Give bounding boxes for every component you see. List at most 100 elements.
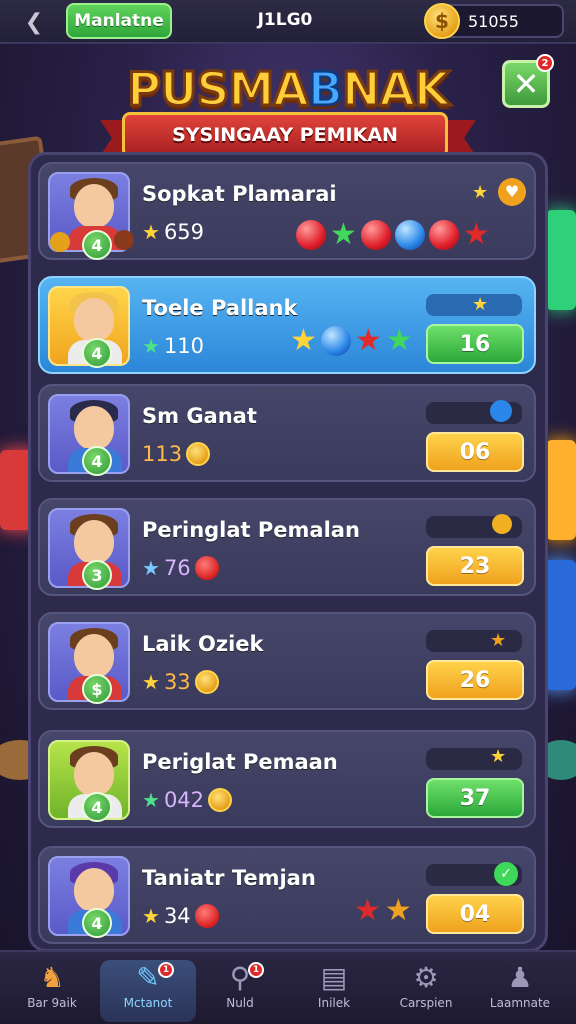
- red-gem-icon: [360, 220, 391, 250]
- nav-badge: 1: [158, 962, 174, 978]
- nav-label: Bar 9aik: [27, 996, 77, 1010]
- blue-gem-icon: [394, 220, 425, 250]
- back-icon[interactable]: ❮: [18, 6, 50, 38]
- avatar-face: [74, 868, 114, 912]
- coin-balance[interactable]: $ 51055: [424, 3, 564, 39]
- player-row[interactable]: 3 Peringlat Pemalan ★ 76 23: [38, 498, 536, 596]
- level-badge: 4: [82, 446, 112, 476]
- avatar-face: [74, 520, 114, 564]
- player-score: ★ 34: [142, 904, 219, 928]
- player-name: Sm Ganat: [142, 404, 257, 428]
- claim-button[interactable]: 04: [426, 894, 524, 934]
- score-value: 33: [163, 670, 191, 694]
- nav-label: Mctanot: [123, 996, 173, 1010]
- player-row[interactable]: 4 Periglat Pemaan ★ 042 ★ 37: [38, 730, 536, 828]
- nav-label: Carspien: [399, 996, 453, 1010]
- coin-icon: [194, 670, 219, 694]
- nav-item-profile[interactable]: ♟ Laamnate: [472, 960, 568, 1022]
- star-icon: ★: [142, 670, 160, 694]
- orange-star-gem-icon: ★: [384, 893, 412, 928]
- horse-icon: ♞: [39, 961, 65, 994]
- red-gem-icon: [428, 220, 459, 250]
- player-row[interactable]: 4 Sm Ganat 113 06: [38, 384, 536, 482]
- avatar-face: [74, 634, 114, 678]
- nav-label: Laamnate: [489, 996, 551, 1010]
- claim-button[interactable]: 06: [426, 432, 524, 472]
- check-icon: ✓: [494, 862, 518, 886]
- profile-icon: ♟: [507, 961, 533, 994]
- nav-label: Nuld: [226, 996, 254, 1010]
- score-value: 34: [163, 904, 191, 928]
- player-name: Periglat Pemaan: [142, 750, 338, 774]
- barrel-icon: [114, 230, 134, 250]
- nav-item-list[interactable]: ▤ Inilek: [286, 960, 382, 1022]
- claim-button[interactable]: 23: [426, 546, 524, 586]
- red-star-gem-icon: ★: [354, 893, 381, 928]
- coin-stack-icon: [50, 232, 70, 252]
- score-value: 113: [142, 442, 183, 466]
- player-name: Taniatr Temjan: [142, 866, 316, 890]
- claim-button[interactable]: 26: [426, 660, 524, 700]
- player-row[interactable]: $ Laik Oziek ★ 33 ★ 26: [38, 612, 536, 710]
- star-icon: ★: [490, 630, 507, 651]
- close-badge: 2: [536, 54, 554, 72]
- nav-item-settings[interactable]: ⚙ Carspien: [378, 960, 474, 1022]
- avatar-face: [74, 752, 114, 796]
- list-icon: ▤: [320, 961, 348, 994]
- coin-icon: [186, 442, 211, 466]
- score-value: 76: [163, 556, 191, 580]
- player-score: ★ 659: [142, 220, 204, 244]
- nav-item-home[interactable]: ♞ Bar 9aik: [4, 960, 100, 1022]
- game-title-part-b: B: [306, 61, 344, 118]
- player-score: 113: [142, 442, 211, 466]
- player-score: ★ 33: [142, 670, 219, 694]
- coin-icon: $: [424, 3, 460, 39]
- player-score: ★ 110: [142, 334, 204, 358]
- blue-gem-icon: [320, 326, 351, 356]
- red-gem-icon: [194, 904, 219, 928]
- coin-icon: [492, 514, 512, 534]
- score-value: 042: [163, 788, 205, 812]
- level-badge: 3: [82, 560, 112, 590]
- ribbon-tail-right: [446, 120, 476, 156]
- avatar-face: [74, 298, 114, 342]
- player-name: Toele Pallank: [142, 296, 298, 320]
- player-name: Sopkat Plamarai: [142, 182, 337, 206]
- claim-button[interactable]: 37: [426, 778, 524, 818]
- mode-button[interactable]: Manlatne: [66, 3, 172, 39]
- level-badge: 4: [82, 792, 112, 822]
- edit-icon: ✎: [136, 961, 160, 994]
- top-bar: ❮ Manlatne J1LG0 $ 51055: [0, 0, 576, 44]
- nav-item-search[interactable]: ⚲ Nuld 1: [192, 960, 288, 1022]
- player-row[interactable]: 4 Toele Pallank ★ 110 ★ ★ ★ ★ 16: [38, 276, 536, 374]
- progress-track: [426, 748, 522, 770]
- nav-item-edit[interactable]: ✎ Mctanot 1: [100, 960, 196, 1022]
- claim-button[interactable]: 16: [426, 324, 524, 364]
- player-score: ★ 76: [142, 556, 219, 580]
- gem-row: ★ ★: [354, 896, 412, 926]
- star-icon: ★: [142, 334, 160, 358]
- star-icon: ★: [472, 294, 489, 315]
- background-neon-right: [546, 440, 576, 540]
- coin-icon: [208, 788, 233, 812]
- star-icon: ★: [142, 220, 160, 244]
- level-badge: 4: [82, 908, 112, 938]
- yellow-star-gem-icon: ★: [290, 323, 317, 358]
- player-row[interactable]: 4 Taniatr Temjan ★ 34 ✓ ★ ★ 04: [38, 846, 536, 944]
- gem-row: ★ ★ ★: [290, 326, 413, 356]
- nav-badge: 1: [248, 962, 264, 978]
- blue-gem-icon: [490, 400, 512, 422]
- avatar-face: [74, 406, 114, 450]
- bottom-nav: ♞ Bar 9aik ✎ Mctanot 1 ⚲ Nuld 1 ▤ Inilek…: [0, 950, 576, 1024]
- coin-value: 51055: [468, 12, 519, 31]
- player-row[interactable]: 4 Sopkat Plamarai ★ 659 ★ ♥ ★ ★: [38, 162, 536, 260]
- level-badge: $: [82, 674, 112, 704]
- star-icon: ★: [142, 556, 160, 580]
- game-title-part-c: NAK: [340, 61, 451, 118]
- star-icon: ★: [142, 904, 160, 928]
- background-neon-green: [546, 210, 576, 310]
- search-icon: ⚲: [229, 961, 251, 994]
- red-gem-icon: [296, 220, 326, 250]
- progress-track: [426, 630, 522, 652]
- green-star-gem-icon: ★: [385, 323, 413, 358]
